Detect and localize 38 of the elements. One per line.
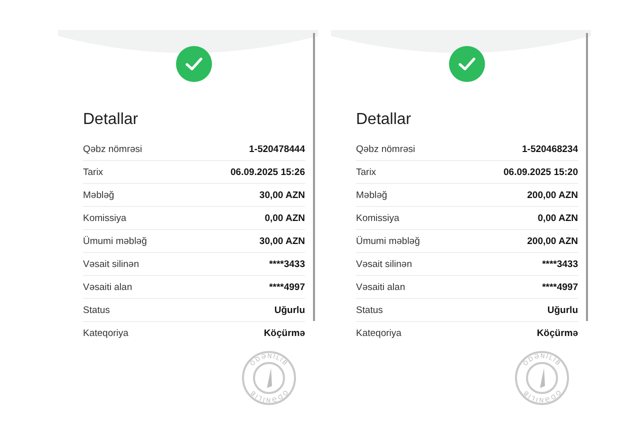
detail-value: 0,00 AZN — [538, 212, 578, 224]
detail-label: Tarix — [356, 166, 376, 178]
detail-value: ****3433 — [542, 258, 578, 270]
detail-label: Ümumi məbləğ — [356, 236, 420, 246]
detail-value: 06.09.2025 15:26 — [230, 166, 305, 178]
detail-value: 1-520468234 — [522, 144, 578, 154]
detail-value: Köçürmə — [536, 328, 578, 338]
detail-label: Komissiya — [83, 212, 126, 224]
detail-label: Məbləğ — [83, 190, 114, 200]
detail-value: ****3433 — [269, 258, 305, 270]
detail-label: Status — [83, 304, 110, 316]
detail-value: 06.09.2025 15:20 — [504, 166, 578, 178]
detail-label: Vəsaiti alan — [83, 282, 132, 292]
detail-label: Məbləğ — [356, 190, 388, 200]
detail-label: Vəsaiti alan — [356, 282, 406, 292]
detail-value: 30,00 AZN — [259, 190, 305, 200]
detail-value: Uğurlu — [547, 304, 578, 316]
detail-value: 200,00 AZN — [527, 190, 578, 200]
detail-label: Kateqoriya — [356, 328, 402, 338]
detail-label: Vəsait silinən — [83, 258, 139, 270]
section-title: Detallar — [82, 110, 140, 130]
detail-label: Kateqoriya — [83, 328, 128, 338]
detail-value: ****4997 — [542, 282, 578, 292]
detail-label: Komissiya — [356, 212, 400, 224]
section-title: Detallar — [355, 110, 412, 130]
detail-label: Vəsait silinən — [356, 258, 412, 270]
detail-label: Status — [356, 304, 383, 316]
detail-value: 30,00 AZN — [259, 236, 305, 246]
detail-label: Ümumi məbləğ — [83, 236, 147, 246]
detail-value: Uğurlu — [274, 304, 305, 316]
detail-label: Qəbz nömrəsi — [356, 144, 416, 154]
detail-value: ****4997 — [269, 282, 305, 292]
detail-value: 1-520478444 — [249, 144, 305, 154]
detail-value: Köçürmə — [264, 328, 305, 338]
detail-label: Tarix — [83, 166, 104, 178]
detail-value: 200,00 AZN — [527, 236, 578, 246]
detail-label: Qəbz nömrəsi — [83, 144, 142, 154]
detail-value: 0,00 AZN — [264, 212, 305, 224]
